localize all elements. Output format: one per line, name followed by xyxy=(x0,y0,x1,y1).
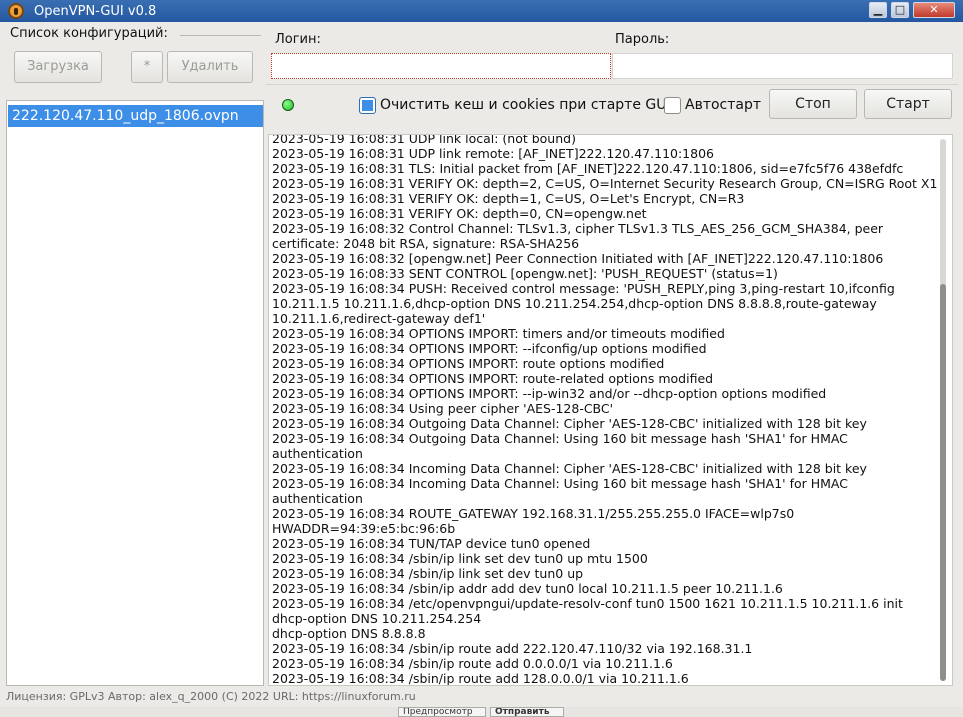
connection-panel: Логин: Пароль: Очистить кеш и cookies пр… xyxy=(266,24,958,687)
config-list[interactable]: 222.120.47.110_udp_1806.ovpn xyxy=(6,100,264,686)
password-label: Пароль: xyxy=(615,32,670,47)
login-label: Логин: xyxy=(275,32,321,47)
login-field[interactable] xyxy=(271,53,611,79)
clear-cache-label[interactable]: Очистить кеш и cookies при старте GUI xyxy=(380,97,671,113)
log-line: 2023-05-19 16:08:34 /sbin/ip link set de… xyxy=(272,551,648,566)
background-tab-send[interactable]: Отправить xyxy=(490,707,564,717)
stop-button[interactable]: Стоп xyxy=(769,89,857,119)
log-line: 2023-05-19 16:08:34 /sbin/ip route add 1… xyxy=(272,671,689,686)
log-line: 2023-05-19 16:08:34 /etc/openvpngui/upda… xyxy=(272,596,903,626)
title-bar[interactable]: OpenVPN-GUI v0.8 ▁ □ ✕ xyxy=(0,0,963,22)
log-line: 2023-05-19 16:08:34 Outgoing Data Channe… xyxy=(272,431,848,461)
background-window-strip: Предпросмотр Отправить xyxy=(0,707,963,717)
log-line: 2023-05-19 16:08:32 Control Channel: TLS… xyxy=(272,221,884,251)
log-line: 2023-05-19 16:08:34 PUSH: Received contr… xyxy=(272,281,895,326)
scrollbar-thumb[interactable] xyxy=(940,284,946,681)
background-tab-preview[interactable]: Предпросмотр xyxy=(398,707,486,717)
delete-button[interactable]: Удалить xyxy=(167,51,253,83)
log-line: dhcp-option DNS 8.8.8.8 xyxy=(272,626,426,641)
log-line: 2023-05-19 16:08:34 ROUTE_GATEWAY 192.16… xyxy=(272,506,795,536)
log-line: 2023-05-19 16:08:34 /sbin/ip route add 2… xyxy=(272,641,753,656)
close-button[interactable]: ✕ xyxy=(913,2,955,18)
log-line: 2023-05-19 16:08:34 TUN/TAP device tun0 … xyxy=(272,536,591,551)
clear-cache-checkbox[interactable] xyxy=(359,97,376,114)
heading-divider xyxy=(180,35,261,36)
log-line: 2023-05-19 16:08:31 UDP link remote: [AF… xyxy=(272,146,714,161)
log-line: 2023-05-19 16:08:34 OPTIONS IMPORT: time… xyxy=(272,326,725,341)
log-line: 2023-05-19 16:08:34 OPTIONS IMPORT: --if… xyxy=(272,341,707,356)
log-line: 2023-05-19 16:08:31 VERIFY OK: depth=2, … xyxy=(272,176,938,191)
log-line: 2023-05-19 16:08:34 /sbin/ip route add 0… xyxy=(272,656,673,671)
config-list-item[interactable]: 222.120.47.110_udp_1806.ovpn xyxy=(8,105,263,127)
log-line: 2023-05-19 16:08:34 Outgoing Data Channe… xyxy=(272,416,867,431)
window-title: OpenVPN-GUI v0.8 xyxy=(34,4,157,19)
openvpn-gui-window: OpenVPN-GUI v0.8 ▁ □ ✕ Список конфигурац… xyxy=(0,0,963,717)
log-lines: 2023-05-19 16:08:31 UDP link local: (not… xyxy=(272,134,940,686)
log-line: 2023-05-19 16:08:34 Incoming Data Channe… xyxy=(272,461,867,476)
maximize-button[interactable]: □ xyxy=(891,2,909,18)
log-line: 2023-05-19 16:08:32 [opengw.net] Peer Co… xyxy=(272,251,884,266)
log-line: 2023-05-19 16:08:34 /sbin/ip link set de… xyxy=(272,566,584,581)
log-scrollbar[interactable] xyxy=(940,139,946,681)
log-line: 2023-05-19 16:08:31 UDP link local: (not… xyxy=(272,134,576,146)
log-line: 2023-05-19 16:08:34 OPTIONS IMPORT: rout… xyxy=(272,371,714,386)
star-button[interactable]: * xyxy=(131,51,163,83)
status-bar-text: Лицензия: GPLv3 Автор: alex_q_2000 (C) 2… xyxy=(6,690,416,703)
log-output[interactable]: 2023-05-19 16:08:31 UDP link local: (not… xyxy=(268,134,953,686)
log-line: 2023-05-19 16:08:31 VERIFY OK: depth=0, … xyxy=(272,206,647,221)
minimize-button[interactable]: ▁ xyxy=(869,2,887,18)
status-bar: Лицензия: GPLv3 Автор: alex_q_2000 (C) 2… xyxy=(0,688,963,706)
openvpn-logo-icon xyxy=(8,3,24,19)
log-line: 2023-05-19 16:08:34 OPTIONS IMPORT: --ip… xyxy=(272,386,827,401)
load-button[interactable]: Загрузка xyxy=(14,51,102,83)
log-line: 2023-05-19 16:08:34 /sbin/ip addr add de… xyxy=(272,581,783,596)
config-list-heading: Список конфигураций: xyxy=(10,26,168,41)
start-button[interactable]: Старт xyxy=(864,89,952,119)
log-line: 2023-05-19 16:08:31 VERIFY OK: depth=1, … xyxy=(272,191,745,206)
config-panel: Список конфигураций: Загрузка * Удалить … xyxy=(4,24,265,687)
log-line: 2023-05-19 16:08:34 Using peer cipher 'A… xyxy=(272,401,614,416)
log-line: 2023-05-19 16:08:34 OPTIONS IMPORT: rout… xyxy=(272,356,665,371)
log-line: 2023-05-19 16:08:34 Incoming Data Channe… xyxy=(272,476,848,506)
log-line: 2023-05-19 16:08:33 SENT CONTROL [opengw… xyxy=(272,266,778,281)
autostart-checkbox[interactable] xyxy=(664,97,681,114)
connection-status-icon xyxy=(282,99,294,111)
log-line: 2023-05-19 16:08:31 TLS: Initial packet … xyxy=(272,161,904,176)
controls-row: Очистить кеш и cookies при старте GUI Ав… xyxy=(266,84,958,132)
password-field[interactable] xyxy=(612,53,953,79)
autostart-label[interactable]: Автостарт xyxy=(685,97,761,113)
